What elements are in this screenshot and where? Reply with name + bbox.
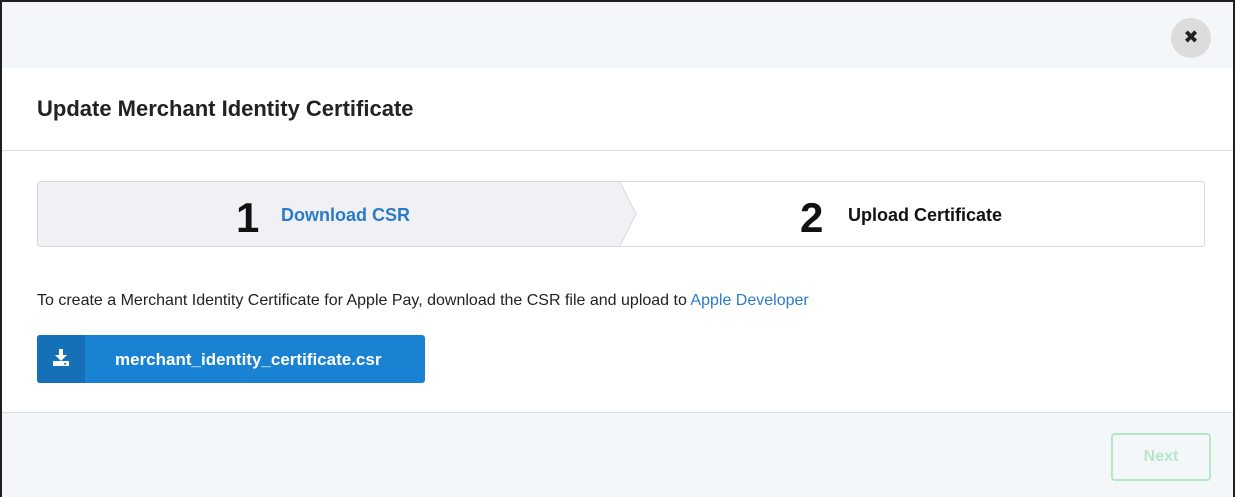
close-icon: ✖ (1183, 27, 1199, 48)
download-icon-box (37, 335, 85, 383)
step-label: Upload Certificate (848, 205, 1003, 225)
apple-developer-link[interactable]: Apple Developer (690, 292, 808, 309)
download-csr-button[interactable]: merchant_identity_certificate.csr (37, 335, 425, 383)
instruction-text: To create a Merchant Identity Certificat… (37, 292, 809, 310)
step-number: 2 (800, 194, 824, 241)
step-label[interactable]: Download CSR (281, 206, 410, 224)
step-chevron-separator (620, 182, 637, 246)
dialog-footer (2, 413, 1233, 497)
dialog-title: Update Merchant Identity Certificate (37, 96, 414, 121)
stepper: 1 Download CSR 2 Upload Certificate (37, 181, 1205, 247)
header-divider (2, 150, 1233, 151)
next-button[interactable]: Next (1111, 433, 1211, 481)
step-download-csr[interactable]: 1 Download CSR (38, 182, 620, 246)
dialog-top-bar (2, 2, 1233, 68)
instruction-body: To create a Merchant Identity Certificat… (37, 292, 691, 309)
download-button-label: merchant_identity_certificate.csr (115, 350, 382, 369)
merchant-certificate-dialog: ✖ Update Merchant Identity Certificate 1… (0, 0, 1235, 497)
step-number: 1 (236, 194, 260, 241)
close-button[interactable]: ✖ (1171, 18, 1211, 58)
download-icon (53, 349, 69, 366)
